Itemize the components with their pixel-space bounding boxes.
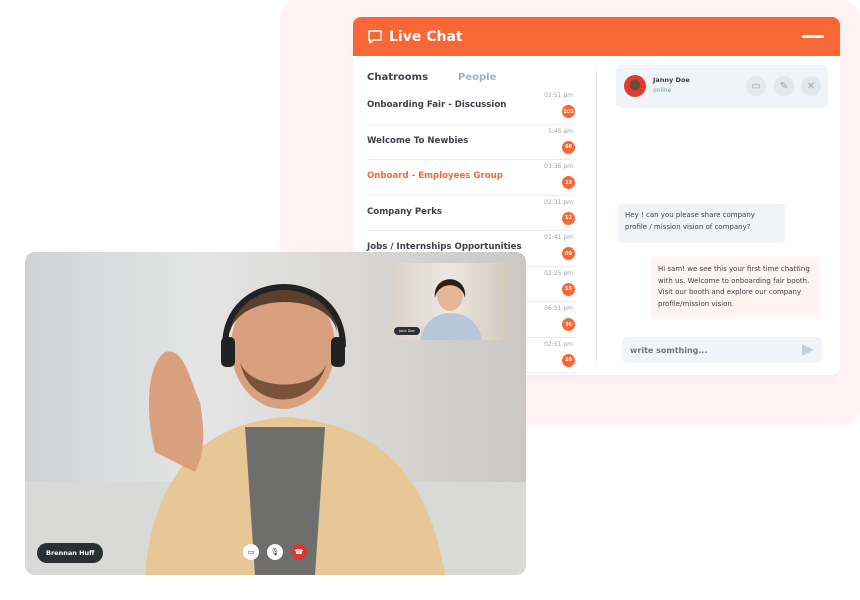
camera-toggle-button[interactable]: ▭ <box>243 544 259 560</box>
contact-name: Janny Doe <box>653 76 690 84</box>
chatroom-name: Onboarding Fair - Discussion <box>367 100 507 110</box>
contact-header: Janny Doe online ▭ ✎ ✕ <box>616 65 828 108</box>
unread-badge: 15 <box>562 282 575 296</box>
pip-name-label: Jane Doe <box>394 327 420 335</box>
message-input-box <box>622 337 822 363</box>
mic-toggle-button[interactable]: 🎙 <box>267 544 283 560</box>
chatroom-time: 02:25 pm <box>544 269 573 277</box>
chatroom-time: 01:41 pm <box>544 234 573 241</box>
video-camera-icon: ▭ <box>751 80 761 92</box>
end-call-button[interactable]: ☎ <box>291 544 307 560</box>
unread-badge: 09 <box>562 247 575 260</box>
attach-button[interactable]: ✎ <box>774 76 794 96</box>
microphone-icon: 🎙 <box>270 548 280 556</box>
chatroom-time: 06:51 pm <box>544 305 573 312</box>
chatroom-time: 03:36 pm <box>544 163 573 170</box>
unread-badge: 12 <box>562 211 575 225</box>
pin-icon: ✎ <box>779 80 789 92</box>
divider <box>596 69 597 364</box>
unread-badge: 23 <box>562 176 575 189</box>
video-camera-icon: ▭ <box>247 548 255 556</box>
unread-badge: 105 <box>562 105 575 118</box>
chatroom-name: Onboard - Employees Group <box>367 171 503 181</box>
chat-bubble-icon <box>368 29 382 44</box>
send-icon[interactable] <box>802 344 814 356</box>
chatroom-item[interactable]: Welcome To Newbies 5:45 am 66 <box>367 125 575 160</box>
unread-badge: 66 <box>562 140 575 154</box>
chatroom-time: 02:31 pm <box>544 198 573 206</box>
video-call-window: Jane Doe Brennan Huff ▭ 🎙 ☎ <box>25 252 526 575</box>
message-input[interactable] <box>630 345 802 355</box>
chatroom-time: 02:51 pm <box>544 92 573 99</box>
close-button[interactable]: ✕ <box>801 76 821 96</box>
chatroom-item[interactable]: Onboarding Fair - Discussion 02:51 pm 105 <box>367 89 575 125</box>
chatroom-item[interactable]: Company Perks 02:31 pm 12 <box>367 196 575 231</box>
tab-chatrooms[interactable]: Chatrooms <box>367 72 428 83</box>
chatroom-name: Welcome To Newbies <box>367 135 469 146</box>
video-call-button[interactable]: ▭ <box>746 76 766 96</box>
hang-up-icon: ☎ <box>294 548 304 556</box>
chat-header: Live Chat <box>353 17 840 56</box>
chatroom-time: 5:45 am <box>548 127 573 135</box>
message-sent: Hi sam! we see this your first time chat… <box>651 258 820 318</box>
chatroom-time: 02:51 pm <box>544 340 573 348</box>
avatar <box>624 75 646 97</box>
tab-people[interactable]: People <box>458 72 496 83</box>
caller-name-label: Brennan Huff <box>37 543 104 563</box>
unread-badge: 28 <box>562 353 575 367</box>
chatroom-item[interactable]: Onboard - Employees Group 03:36 pm 23 <box>367 160 575 196</box>
chat-title: Live Chat <box>389 28 463 45</box>
contact-status: online <box>653 87 672 94</box>
chatroom-name: Jobs / Internships Opportunities <box>367 242 522 252</box>
self-video-preview[interactable]: Jane Doe <box>390 263 510 340</box>
minimize-icon[interactable] <box>802 35 824 38</box>
unread-badge: 36 <box>562 318 575 331</box>
message-received: Hey ! can you please share company profi… <box>618 204 785 243</box>
chatroom-name: Company Perks <box>367 206 443 217</box>
close-icon: ✕ <box>806 80 816 92</box>
